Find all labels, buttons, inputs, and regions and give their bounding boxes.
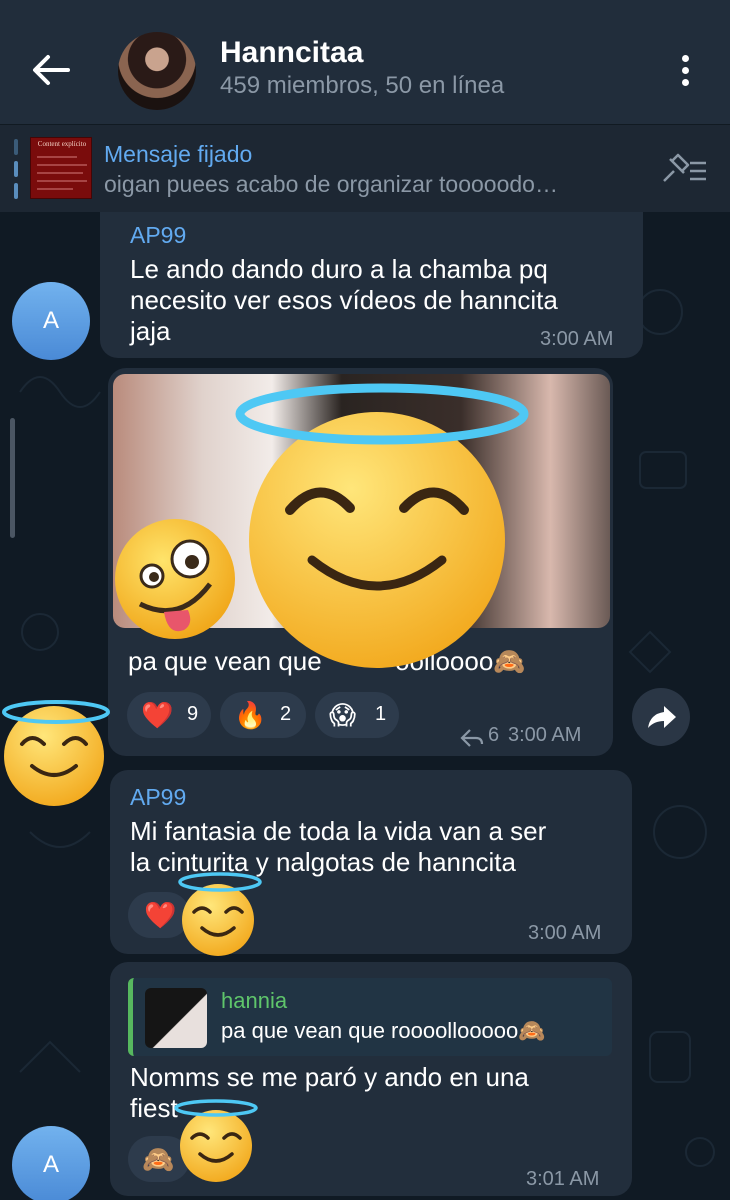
pinned-text: oigan puees acabo de organizar tooooodo… [104, 171, 558, 197]
heart-icon: ❤️ [144, 900, 177, 930]
halo-smile-icon [174, 1099, 258, 1182]
dot-icon [681, 55, 689, 62]
sender-name[interactable]: AP99 [130, 784, 186, 811]
reaction-count: 1 [375, 703, 387, 725]
arrow-left-icon [33, 55, 70, 85]
back-button[interactable] [30, 52, 72, 88]
more-menu-button[interactable] [670, 52, 700, 92]
halo-smile-icon [2, 700, 110, 806]
message-time: 3:00 AM [540, 328, 614, 350]
sender-avatar[interactable]: A [12, 1126, 90, 1200]
sender-avatar[interactable]: A [12, 282, 90, 360]
reaction-count: 9 [187, 703, 199, 725]
message-line: Mi fantasia de toda la vida van a ser [130, 816, 547, 846]
halo-smile-icon [178, 872, 262, 956]
pinned-thumbnail-title: Content explícito [37, 140, 87, 148]
group-avatar[interactable] [118, 32, 196, 110]
halo-smile-icon [235, 383, 529, 668]
reaction-scream[interactable]: 😱 1 [315, 692, 399, 738]
dot-icon [681, 79, 689, 86]
scroll-indicator[interactable] [10, 418, 15, 538]
message-line: necesito ver esos vídeos de hanncita [130, 285, 558, 315]
sender-name[interactable]: AP99 [130, 222, 186, 249]
member-count: 459 miembros, 50 en línea [220, 72, 505, 99]
zany-face-icon [115, 519, 235, 639]
reply-text: pa que vean que roooollooooo🙈 [221, 1018, 546, 1043]
forward-button[interactable] [632, 688, 690, 746]
reaction-heart[interactable]: ❤️ 9 [127, 692, 211, 738]
group-title[interactable]: Hanncitaa [220, 36, 363, 70]
reply-arrow-icon [460, 728, 484, 753]
dot-icon [681, 67, 689, 74]
reaction-count: 2 [280, 703, 292, 725]
reply-quote[interactable]: hannia pa que vean que roooollooooo🙈 [128, 978, 612, 1056]
see-no-evil-monkey-icon: 🙈 [142, 1144, 175, 1174]
scream-icon: 😱 [329, 700, 357, 730]
reply-thumbnail [145, 988, 207, 1048]
message-line: Nomms se me paró y ando en una [130, 1062, 529, 1092]
reaction-fire[interactable]: 🔥 2 [220, 692, 306, 738]
pin-list-icon[interactable] [660, 153, 710, 187]
message-time: 3:00 AM [508, 724, 582, 746]
share-arrow-icon [648, 706, 676, 728]
pinned-label: Mensaje fijado [104, 141, 253, 167]
heart-icon: ❤️ [141, 700, 174, 730]
reply-sender: hannia [221, 988, 288, 1013]
pinned-indicator [14, 139, 18, 199]
message-line: fiest [130, 1093, 178, 1123]
message-line: Le ando dando duro a la chamba pq [130, 254, 548, 284]
status-bar [0, 0, 730, 14]
message-line: jaja [130, 316, 171, 346]
chat-header: Hanncitaa 459 miembros, 50 en línea [0, 14, 730, 124]
fire-icon: 🔥 [234, 700, 267, 730]
pinned-message-bar[interactable]: Content explícito Mensaje fijado oigan p… [0, 124, 730, 212]
pinned-thumbnail: Content explícito [30, 137, 92, 199]
message-bubble[interactable]: AP99 Le ando dando duro a la chamba pq n… [100, 212, 643, 358]
message-time: 3:01 AM [526, 1168, 600, 1190]
message-time: 3:00 AM [528, 922, 602, 944]
reply-count[interactable]: 6 [488, 724, 499, 747]
